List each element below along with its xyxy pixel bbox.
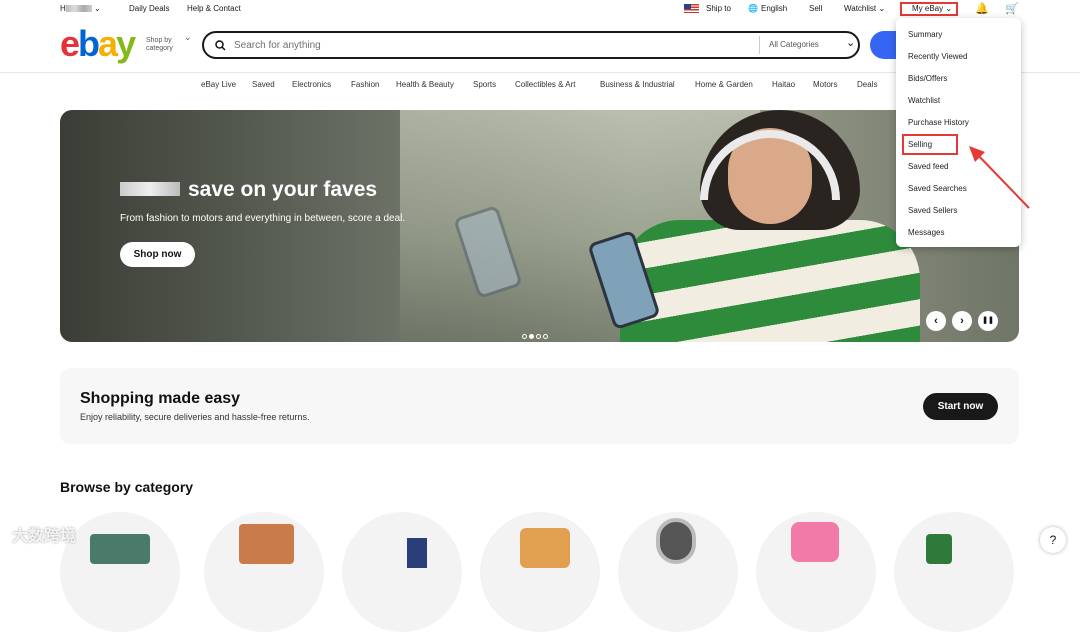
hero-banner[interactable]: save on your faves From fashion to motor…	[60, 110, 1019, 342]
easy-subtitle: Enjoy reliability, secure deliveries and…	[80, 412, 310, 422]
nav-item-collectibles-art[interactable]: Collectibles & Art	[515, 80, 575, 89]
carousel-pause-button[interactable]: ❚❚	[978, 311, 998, 331]
logo-e: e	[60, 23, 80, 64]
search-divider	[759, 36, 760, 54]
hero-sweater	[620, 220, 920, 342]
dropdown-item-recently-viewed[interactable]: Recently Viewed	[908, 52, 967, 61]
category-circle[interactable]	[342, 512, 462, 632]
help-contact-link[interactable]: Help & Contact	[187, 4, 241, 13]
category-image	[791, 522, 839, 562]
category-circle[interactable]	[756, 512, 876, 632]
carousel-dot[interactable]	[522, 334, 527, 339]
bell-icon[interactable]: 🔔	[975, 2, 989, 15]
category-image	[239, 524, 294, 564]
nav-item-ebay-live[interactable]: eBay Live	[201, 80, 236, 89]
browse-by-category-heading: Browse by category	[60, 479, 194, 495]
dropdown-item-bids-offers[interactable]: Bids/Offers	[908, 74, 947, 83]
dropdown-item-purchase-history[interactable]: Purchase History	[908, 118, 969, 127]
nav-item-home-garden[interactable]: Home & Garden	[695, 80, 753, 89]
greeting-menu[interactable]: H ⌄	[60, 4, 101, 13]
easy-title: Shopping made easy	[80, 390, 241, 407]
category-circle[interactable]	[60, 512, 180, 632]
dropdown-item-watchlist[interactable]: Watchlist	[908, 96, 940, 105]
nav-item-electronics[interactable]: Electronics	[292, 80, 331, 89]
nav-item-haitao[interactable]: Haitao	[772, 80, 795, 89]
blurred-name	[65, 5, 92, 13]
watchlist-link[interactable]: Watchlist ⌄	[844, 4, 885, 13]
nav-item-health-beauty[interactable]: Health & Beauty	[396, 80, 454, 89]
ebay-logo[interactable]: ebay	[60, 23, 136, 64]
category-circle[interactable]	[894, 512, 1014, 632]
shopping-made-easy-card: Shopping made easy Enjoy reliability, se…	[60, 368, 1019, 444]
dropdown-item-saved-sellers[interactable]: Saved Sellers	[908, 206, 957, 215]
top-utility-bar: H ⌄ Daily Deals Help & Contact Ship to 🌐…	[0, 0, 1080, 18]
carousel-prev-button[interactable]: ‹	[926, 311, 946, 331]
carousel-dot-active[interactable]	[529, 334, 534, 339]
hero-title: save on your faves	[188, 178, 378, 201]
dropdown-item-messages[interactable]: Messages	[908, 228, 944, 237]
selling-highlight-box	[902, 134, 958, 155]
nav-item-saved[interactable]: Saved	[252, 80, 275, 89]
shop-now-button[interactable]: Shop now	[120, 242, 195, 267]
help-button[interactable]: ?	[1040, 527, 1066, 553]
ship-to-link[interactable]: Ship to	[706, 4, 731, 13]
watermark-text: 大数跨境	[12, 528, 77, 545]
chevron-down-icon: ⌄	[846, 37, 856, 49]
shop-by-line1: Shop by	[146, 37, 172, 44]
carousel-next-button[interactable]: ›	[952, 311, 972, 331]
nav-item-sports[interactable]: Sports	[473, 80, 496, 89]
nav-item-motors[interactable]: Motors	[813, 80, 837, 89]
my-ebay-highlight-box	[900, 2, 958, 16]
watchlist-label: Watchlist	[844, 4, 877, 13]
category-image	[926, 534, 952, 564]
cart-icon[interactable]: 🛒	[1005, 2, 1019, 15]
category-circle[interactable]	[480, 512, 600, 632]
category-image	[407, 538, 427, 568]
dropdown-item-saved-feed[interactable]: Saved feed	[908, 162, 948, 171]
carousel-dot[interactable]	[543, 334, 548, 339]
search-bar: Search for anything All Categories ⌄	[202, 31, 860, 59]
category-circle[interactable]	[618, 512, 738, 632]
hero-subtitle: From fashion to motors and everything in…	[120, 213, 406, 224]
category-circle[interactable]	[204, 512, 324, 632]
nav-item-deals[interactable]: Deals	[857, 80, 877, 89]
carousel-dot[interactable]	[536, 334, 541, 339]
language-link[interactable]: English	[761, 4, 787, 13]
sell-link[interactable]: Sell	[809, 4, 822, 13]
dropdown-item-summary[interactable]: Summary	[908, 30, 942, 39]
category-select[interactable]: All Categories	[769, 40, 819, 49]
globe-icon: 🌐	[748, 4, 758, 13]
us-flag-icon[interactable]	[684, 4, 699, 13]
shop-by-line2-row: category ⌄	[146, 33, 192, 53]
hero-blurred-text	[120, 182, 180, 196]
nav-item-business-industrial[interactable]: Business & Industrial	[600, 80, 675, 89]
category-image	[656, 518, 696, 564]
my-ebay-dropdown: Summary Recently Viewed Bids/Offers Watc…	[896, 18, 1021, 247]
category-image	[520, 528, 570, 568]
search-icon	[215, 40, 226, 51]
chevron-down-icon: ⌄	[184, 32, 192, 42]
carousel-dots	[522, 326, 550, 342]
nav-item-fashion[interactable]: Fashion	[351, 80, 379, 89]
annotation-arrow-icon	[969, 146, 1030, 209]
category-image	[90, 534, 150, 564]
start-now-button[interactable]: Start now	[923, 393, 998, 420]
daily-deals-link[interactable]: Daily Deals	[129, 4, 169, 13]
shop-by-line2: category	[146, 45, 173, 52]
logo-b: b	[78, 23, 100, 64]
shop-by-category-button[interactable]: Shop by category ⌄	[146, 33, 192, 53]
logo-y: y	[116, 23, 136, 64]
search-input[interactable]: Search for anything	[234, 40, 321, 51]
logo-a: a	[98, 23, 118, 64]
